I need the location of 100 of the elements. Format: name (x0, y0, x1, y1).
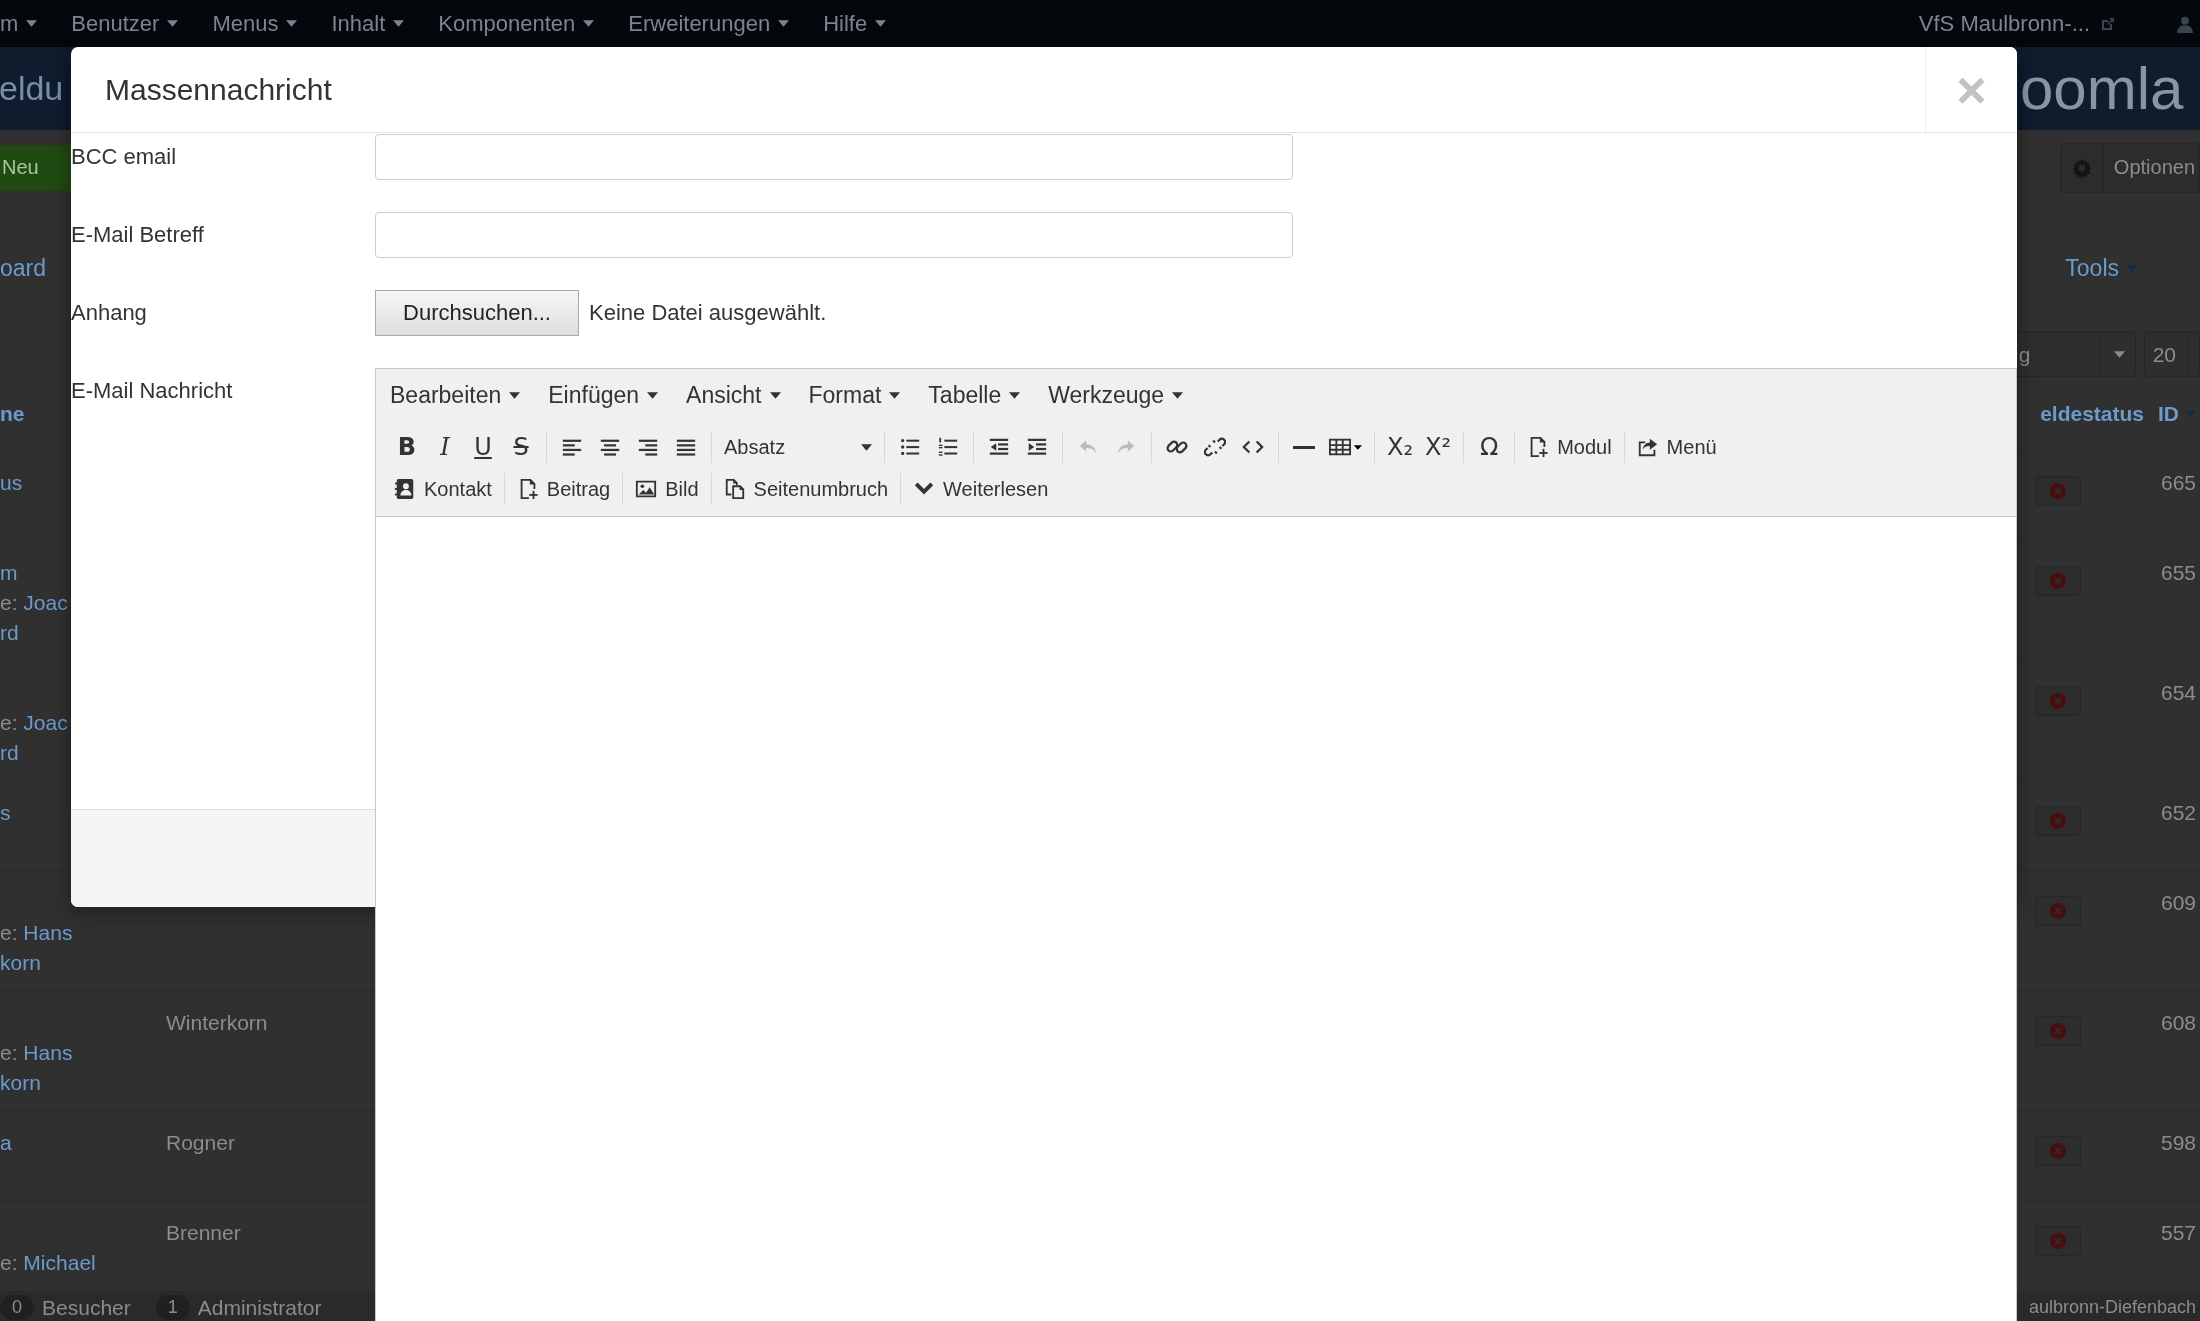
note-link[interactable]: Michael (23, 1251, 96, 1274)
strike-button[interactable]: S (502, 430, 540, 464)
superscript-button[interactable]: X² (1419, 430, 1458, 464)
x-circle-icon (2050, 1233, 2066, 1249)
limit-select[interactable]: 20 (2143, 332, 2200, 377)
id-text: 652 (2160, 800, 2196, 826)
caret-icon (889, 392, 901, 399)
user-name-link[interactable]: us (0, 468, 23, 498)
caret-icon (1009, 392, 1021, 399)
nav-menu[interactable]: Inhalt (331, 10, 405, 37)
note-text: e: Joac (0, 711, 68, 734)
nav-menu[interactable]: Benutzer (71, 10, 179, 37)
nav-menu[interactable]: Erweiterungen (628, 10, 790, 37)
editor-menu[interactable]: Ansicht (686, 382, 781, 409)
user-name-link[interactable]: m (0, 558, 18, 588)
article-button[interactable]: Beitrag (510, 472, 617, 506)
column-header[interactable]: ID (2158, 402, 2196, 426)
note-link[interactable]: korn (0, 1071, 41, 1094)
readmore-button[interactable]: Weiterlesen (907, 472, 1055, 506)
italic-button[interactable]: I (426, 430, 464, 464)
underline-button[interactable]: U (464, 430, 502, 464)
new-button[interactable]: Neu (0, 144, 71, 191)
number-list-icon (937, 436, 959, 458)
note-link[interactable]: Hans (23, 1041, 73, 1064)
count-badge: 0 (0, 1295, 34, 1320)
column-header[interactable]: eldestatus (2040, 402, 2144, 426)
site-link[interactable]: VfS Maulbronn-... (1918, 10, 2090, 37)
caret-icon (509, 392, 521, 399)
external-link-icon (2100, 15, 2116, 32)
note-text: e: Hans (0, 921, 73, 944)
note-text: e: Joac (0, 591, 68, 614)
user-name-link[interactable]: a (0, 1128, 12, 1158)
note-link[interactable]: rd (0, 621, 19, 644)
note-link[interactable]: Joac (23, 711, 68, 734)
tools-menu[interactable]: Tools (2065, 255, 2138, 282)
breadcrumb-link[interactable]: oard (0, 255, 47, 282)
file-status-text: Keine Datei ausgewählt. (589, 300, 827, 326)
x-circle-icon (2050, 1143, 2066, 1159)
indent-icon (1026, 436, 1048, 458)
caret-icon (286, 20, 298, 27)
nav-menu[interactable]: Hilfe (823, 10, 887, 37)
user-name-link[interactable]: s (0, 798, 11, 828)
badge-label: Besucher (42, 1295, 131, 1320)
note-link[interactable]: Joac (23, 591, 68, 614)
note-link[interactable]: korn (0, 951, 41, 974)
image-button[interactable]: Bild (629, 472, 705, 506)
editor-menu[interactable]: Format (808, 382, 901, 409)
menu-icon (1636, 436, 1659, 458)
caret-icon (2113, 351, 2125, 358)
surname-text: Rogner (166, 1131, 235, 1154)
nav-menu[interactable]: m (0, 10, 38, 37)
caret-icon (1172, 392, 1184, 399)
x-circle-icon (2050, 813, 2066, 829)
field-label: E-Mail Betreff (71, 221, 205, 249)
contact-button[interactable]: Kontakt (388, 472, 498, 506)
editor-menu[interactable]: Tabelle (928, 382, 1021, 409)
menu-button[interactable]: Menü (1630, 430, 1723, 464)
subscript-button[interactable]: X₂ (1381, 430, 1420, 464)
id-text: 557 (2160, 1220, 2196, 1246)
hr-icon (1293, 445, 1315, 449)
id-text: 655 (2160, 560, 2196, 586)
note-link[interactable]: rd (0, 741, 19, 764)
x-circle-icon (2050, 693, 2066, 709)
bold-button[interactable]: B (388, 430, 426, 464)
note-text: e: Hans (0, 1041, 73, 1064)
count-badge: 1 (155, 1295, 190, 1320)
editor-menu[interactable]: Bearbeiten (390, 382, 521, 409)
table-icon (1329, 436, 1362, 458)
id-text: 654 (2160, 680, 2196, 706)
caret-icon (778, 20, 790, 27)
input-field[interactable] (375, 212, 1293, 258)
nav-menu[interactable]: Menus (212, 10, 298, 37)
caret-icon (861, 443, 872, 451)
options-button[interactable]: Optionen (2059, 142, 2200, 193)
dialog-title: Massennachricht (105, 72, 332, 107)
surname-text: Winterkorn (166, 1011, 268, 1034)
module-button[interactable]: Modul (1521, 430, 1618, 464)
browse-button[interactable]: Durchsuchen... (375, 290, 579, 336)
x-circle-icon (2050, 1023, 2066, 1039)
column-header[interactable]: ne (0, 402, 25, 426)
pagebreak-button[interactable]: Seitenumbruch (717, 472, 895, 506)
pagebreak-icon (723, 478, 746, 500)
badge-label: Administrator (197, 1295, 322, 1320)
x-circle-icon (2050, 483, 2066, 499)
field-label: E-Mail Nachricht (71, 377, 234, 405)
editor-menu[interactable]: Einfügen (548, 382, 659, 409)
caret-icon (26, 20, 38, 27)
x-circle-icon (2050, 903, 2066, 919)
footer-site-text: aulbronn-Diefenbach (2028, 1297, 2196, 1318)
editor-menu[interactable]: Werkzeuge (1048, 382, 1184, 409)
paragraph-select[interactable]: Absatz (718, 430, 878, 464)
note-link[interactable]: Hans (23, 921, 73, 944)
caret-icon (2127, 265, 2138, 272)
unlink-icon (1204, 436, 1226, 458)
input-field[interactable] (375, 134, 1293, 180)
nav-menu[interactable]: Komponenten (438, 10, 595, 37)
note-text: e: Michael (0, 1251, 96, 1274)
caret-icon (875, 20, 887, 27)
id-text: 665 (2160, 470, 2196, 496)
omega-button[interactable]: Ω (1470, 430, 1509, 464)
